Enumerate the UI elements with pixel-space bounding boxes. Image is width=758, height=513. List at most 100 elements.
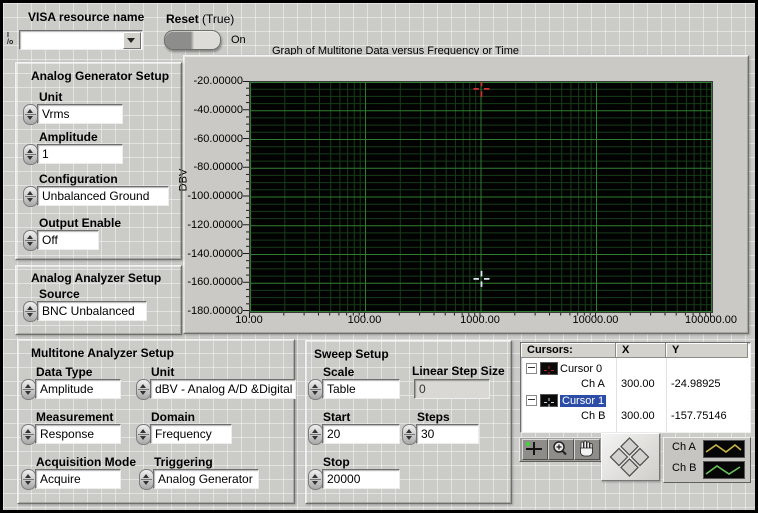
cursor-row-label[interactable]: Cursor 0: [560, 362, 602, 376]
up-arrow-icon[interactable]: [27, 306, 33, 310]
x-column-header[interactable]: X: [616, 343, 666, 358]
stop-spinner[interactable]: [308, 469, 323, 490]
cursor0-style-icon[interactable]: [540, 362, 558, 375]
down-arrow-icon[interactable]: [25, 436, 31, 440]
scale-spinner[interactable]: [308, 379, 323, 400]
down-arrow-icon[interactable]: [406, 436, 412, 440]
pan-tool-button[interactable]: [574, 439, 600, 460]
down-arrow-icon[interactable]: [27, 156, 33, 160]
legend-item-ch-a[interactable]: Ch A: [664, 438, 750, 458]
up-arrow-icon[interactable]: [27, 191, 33, 195]
up-arrow-icon[interactable]: [312, 474, 318, 478]
plot-line-sample[interactable]: [703, 440, 745, 458]
dropdown-button[interactable]: [123, 32, 141, 49]
plot-line-sample[interactable]: [703, 461, 745, 479]
up-arrow-icon[interactable]: [140, 384, 146, 388]
source-ring[interactable]: BNC Unbalanced: [37, 301, 147, 321]
stop-label: Stop: [323, 455, 350, 469]
stop-input[interactable]: 20000: [322, 469, 400, 489]
down-arrow-icon[interactable]: [27, 313, 33, 317]
down-arrow-icon[interactable]: [143, 481, 149, 485]
down-arrow-icon[interactable]: [312, 436, 318, 440]
dropdown-arrow-icon: [127, 38, 135, 43]
domain-spinner[interactable]: [136, 424, 151, 445]
y-tick-label: -60.00000: [184, 133, 243, 145]
down-arrow-icon[interactable]: [27, 198, 33, 202]
triggering-ring[interactable]: Analog Generator: [153, 469, 259, 489]
down-arrow-icon[interactable]: [27, 116, 33, 120]
up-arrow-icon[interactable]: [27, 235, 33, 239]
plot-area[interactable]: [249, 81, 713, 313]
y-tick-label: -100.00000: [184, 190, 243, 202]
cursor-row-label[interactable]: Cursor 1: [560, 394, 606, 408]
panel-title: Analog Analyzer Setup: [31, 271, 161, 285]
y-tick-label: -40.00000: [184, 104, 243, 116]
measurement-ring[interactable]: Response: [35, 424, 121, 444]
cursor1-style-icon[interactable]: [540, 394, 558, 407]
cursor-y-value: -24.98925: [671, 377, 721, 391]
unit-ring[interactable]: dBV - Analog A/D &Digital: [150, 379, 296, 399]
up-arrow-icon[interactable]: [27, 109, 33, 113]
cursor-move-tool-button[interactable]: [522, 439, 548, 460]
steps-spinner[interactable]: [402, 424, 417, 445]
down-arrow-icon[interactable]: [140, 391, 146, 395]
steps-input[interactable]: 30: [416, 424, 479, 444]
down-arrow-icon[interactable]: [312, 391, 318, 395]
visa-resource-combo[interactable]: [19, 30, 143, 50]
steps-label: Steps: [417, 410, 450, 424]
down-arrow-icon[interactable]: [25, 481, 31, 485]
tree-collapse-icon[interactable]: [526, 395, 537, 406]
tree-collapse-icon[interactable]: [526, 363, 537, 374]
down-arrow-icon[interactable]: [140, 436, 146, 440]
data-type-ring[interactable]: Amplitude: [35, 379, 121, 399]
start-spinner[interactable]: [308, 424, 323, 445]
configuration-spinner[interactable]: [23, 186, 38, 207]
analog-analyzer-setup-panel: Analog Analyzer Setup Source BNC Unbalan…: [15, 265, 182, 335]
up-arrow-icon[interactable]: [406, 429, 412, 433]
output-enable-ring[interactable]: Off: [37, 230, 99, 250]
configuration-ring[interactable]: Unbalanced Ground: [37, 186, 169, 206]
acquisition-mode-spinner[interactable]: [21, 469, 36, 490]
channel-row-label[interactable]: Ch B: [581, 409, 605, 423]
domain-label: Domain: [151, 410, 195, 424]
scale-label: Scale: [323, 365, 354, 379]
cursor-mover-button[interactable]: [601, 433, 660, 481]
plot-legend: Ch A Ch B: [663, 437, 751, 483]
up-arrow-icon[interactable]: [27, 149, 33, 153]
up-arrow-icon[interactable]: [25, 384, 31, 388]
start-label: Start: [323, 410, 350, 424]
amplitude-input[interactable]: 1: [37, 144, 123, 164]
amplitude-spinner[interactable]: [23, 144, 38, 165]
scale-ring[interactable]: Table: [322, 379, 400, 399]
up-arrow-icon[interactable]: [312, 429, 318, 433]
start-input[interactable]: 20: [322, 424, 400, 444]
up-arrow-icon[interactable]: [143, 474, 149, 478]
down-arrow-icon[interactable]: [27, 242, 33, 246]
down-arrow-icon[interactable]: [312, 481, 318, 485]
output-enable-spinner[interactable]: [23, 230, 38, 251]
up-arrow-icon[interactable]: [312, 384, 318, 388]
configuration-label: Configuration: [39, 172, 118, 186]
cursors-column-header[interactable]: Cursors:: [521, 343, 616, 358]
source-spinner[interactable]: [23, 301, 38, 322]
data-type-spinner[interactable]: [21, 379, 36, 400]
unit-ring[interactable]: Vrms: [37, 104, 123, 124]
y-tick-labels: -20.00000-40.00000-60.00000-80.00000-100…: [184, 81, 243, 311]
up-arrow-icon[interactable]: [25, 474, 31, 478]
green-dot-icon: [526, 442, 530, 446]
channel-row-label[interactable]: Ch A: [581, 377, 605, 391]
linear-step-size-label: Linear Step Size: [412, 364, 505, 378]
up-arrow-icon[interactable]: [25, 429, 31, 433]
triggering-spinner[interactable]: [139, 469, 154, 490]
unit-spinner[interactable]: [136, 379, 151, 400]
y-column-header[interactable]: Y: [666, 343, 748, 358]
diamond-pad-icon: [602, 434, 657, 478]
unit-spinner[interactable]: [23, 104, 38, 125]
acquisition-mode-ring[interactable]: Acquire: [35, 469, 121, 489]
up-arrow-icon[interactable]: [140, 429, 146, 433]
domain-ring[interactable]: Frequency: [150, 424, 232, 444]
legend-item-ch-b[interactable]: Ch B: [664, 459, 750, 479]
down-arrow-icon[interactable]: [25, 391, 31, 395]
measurement-spinner[interactable]: [21, 424, 36, 445]
zoom-tool-button[interactable]: [548, 439, 574, 460]
